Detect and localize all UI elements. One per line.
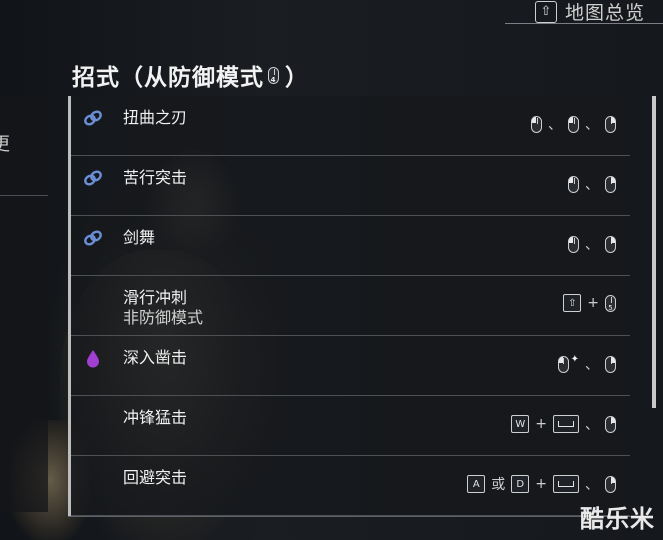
move-name: 冲锋猛击	[123, 408, 188, 427]
input-separator: 、	[548, 117, 562, 133]
move-inputs: W + 、	[511, 414, 616, 434]
input-separator: 、	[585, 117, 599, 133]
move-inputs: ✦、	[557, 353, 616, 374]
mouse-left-icon	[568, 175, 579, 193]
input-separator: +	[535, 416, 547, 432]
move-name: 扭曲之刃	[123, 108, 188, 127]
divider	[68, 516, 650, 517]
move-row[interactable]: 深入凿击 ✦、	[71, 336, 630, 396]
input-separator: 、	[585, 237, 599, 253]
scrollbar[interactable]	[652, 96, 656, 408]
mouse-right-icon	[605, 175, 616, 193]
input-separator: +	[535, 476, 547, 492]
mouse-icon: 4	[268, 66, 279, 84]
keycap: D	[511, 475, 530, 493]
watermark-logo: 酷乐米	[580, 505, 655, 533]
map-overview-hint[interactable]: ⇧ 地图总览	[504, 0, 663, 24]
input-separator: +	[587, 295, 599, 311]
mouse-right-icon	[605, 475, 616, 493]
move-inputs: 、	[568, 174, 616, 194]
mouse-right-icon	[605, 355, 616, 373]
input-separator: 、	[585, 477, 599, 493]
title-suffix: ）	[285, 65, 309, 91]
move-name: 剑舞	[123, 228, 156, 247]
chain-icon	[83, 228, 103, 248]
move-inputs: 、、	[531, 114, 616, 134]
chain-icon	[83, 108, 103, 128]
mouse-right-icon	[605, 115, 616, 133]
sparkle-icon: ✦	[570, 353, 579, 365]
move-name: 深入凿击	[123, 348, 188, 367]
map-overview-label: 地图总览	[564, 2, 645, 24]
move-row[interactable]: 扭曲之刃、、	[71, 96, 630, 156]
mouse-left-icon	[557, 355, 569, 373]
input-separator: 、	[585, 417, 599, 433]
title-prefix: 招式（从防御模式	[72, 65, 264, 91]
input-separator: 或	[491, 477, 506, 493]
chain-icon	[83, 168, 103, 188]
move-row[interactable]: 剑舞 、	[71, 216, 630, 276]
input-separator: 、	[585, 357, 599, 373]
keycap: A	[467, 475, 486, 493]
move-inputs: A 或 D + 、	[467, 474, 616, 494]
mouse-left-icon	[531, 115, 542, 133]
mouse-right-icon	[605, 235, 616, 253]
move-inputs: ⇧ +5	[563, 294, 616, 312]
previous-panel-item[interactable]: 更	[0, 120, 48, 196]
shift-key-icon: ⇧	[534, 0, 557, 23]
page-title: 招式（从防御模式 4 ）	[72, 58, 309, 92]
move-inputs: 、	[568, 234, 616, 254]
keycap: W	[511, 415, 530, 433]
spacebar-icon	[553, 475, 579, 493]
mouse-button-icon: 5	[605, 294, 616, 312]
spacebar-icon	[553, 415, 579, 433]
move-condition: 非防御模式	[123, 308, 204, 327]
previous-panel[interactable]: 更	[0, 96, 48, 512]
input-separator: 、	[585, 177, 599, 193]
mouse-button-number: 5	[608, 303, 613, 312]
move-row[interactable]: 滑行冲刺 非防御模式 ⇧ +5	[71, 276, 630, 336]
move-row[interactable]: 回避突击 A 或 D + 、	[71, 456, 630, 516]
move-row[interactable]: 冲锋猛击 W + 、	[71, 396, 630, 456]
mouse-left-icon	[568, 115, 579, 133]
keycap: ⇧	[563, 294, 582, 312]
previous-panel-text: 更	[0, 134, 10, 155]
move-name: 苦行突击	[123, 168, 188, 187]
mouse-right-icon	[605, 415, 616, 433]
move-list[interactable]: 扭曲之刃、、苦行突击、剑舞、滑行冲刺 非防御模式 ⇧ +5 深入凿击 ✦、冲锋猛击 W +、回…	[68, 96, 656, 516]
move-name: 回避突击	[123, 468, 188, 487]
special-icon	[83, 348, 103, 368]
move-row[interactable]: 苦行突击 、	[71, 156, 630, 216]
mouse-left-icon	[568, 235, 579, 253]
mouse-button-number: 4	[270, 75, 277, 84]
